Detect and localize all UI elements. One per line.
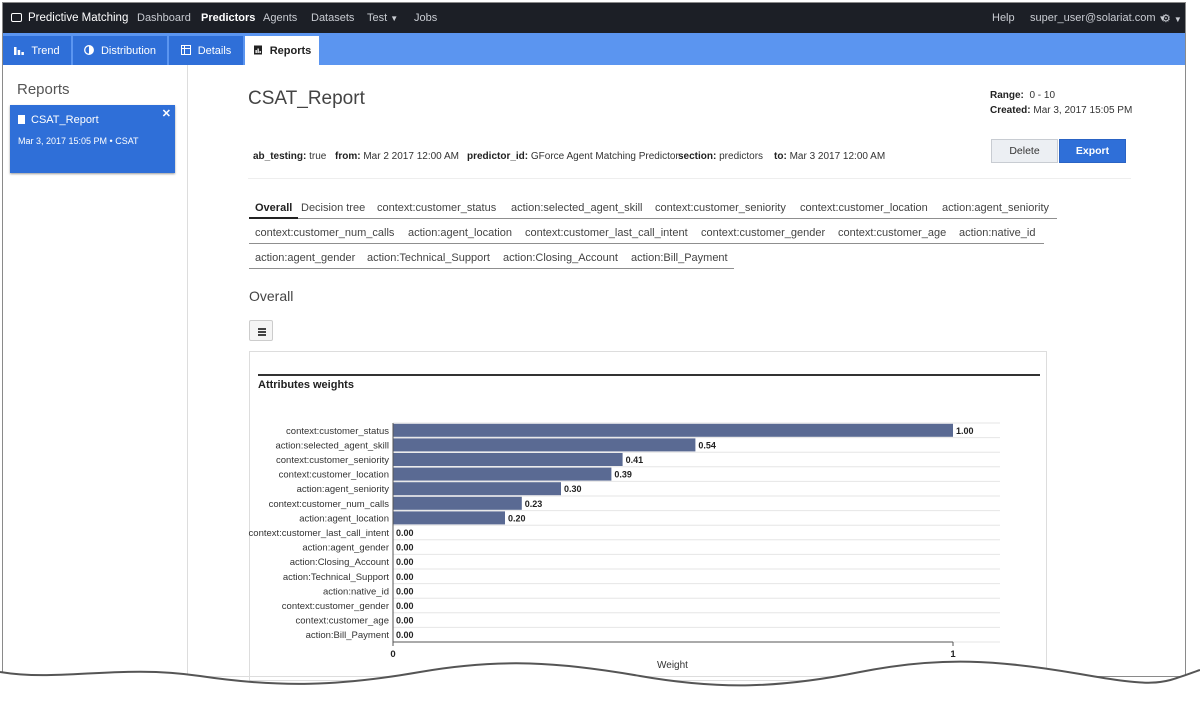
category-label: context:customer_location [279,470,389,481]
data-label: 0.00 [396,630,414,640]
data-label: 0.39 [614,470,632,480]
data-label: 0.00 [396,601,414,611]
category-label: action:Closing_Account [290,557,390,568]
torn-edge-decoration [0,660,1200,704]
data-label: 0.30 [564,484,582,494]
category-label: context:customer_gender [282,601,389,612]
data-label: 1.00 [956,426,974,436]
category-label: action:Technical_Support [283,572,390,583]
bar [393,467,612,481]
category-label: action:agent_seniority [297,484,390,495]
category-label: action:Bill_Payment [306,630,390,641]
data-label: 0.00 [396,543,414,553]
bar [393,511,505,525]
bar [393,496,522,510]
category-label: action:agent_gender [302,543,389,554]
data-label: 0.00 [396,572,414,582]
category-label: action:native_id [323,586,389,597]
data-label: 0.00 [396,616,414,626]
category-label: context:customer_seniority [276,455,389,466]
data-label: 0.00 [396,528,414,538]
x-tick-label: 0 [390,649,395,660]
bar [393,453,623,466]
category-label: context:customer_num_calls [269,499,390,510]
data-label: 0.41 [626,455,644,465]
data-label: 0.00 [396,557,414,567]
category-label: context:customer_age [296,616,389,627]
attributes-weights-chart: context:customer_status 1.00 action:select… [249,422,1000,660]
bar [393,423,953,437]
bar [393,438,696,452]
data-label: 0.54 [698,440,716,450]
category-label: action:agent_location [299,513,389,524]
category-label: action:selected_agent_skill [275,440,389,451]
x-tick-label: 1 [950,649,956,660]
data-label: 0.23 [525,499,543,509]
category-label: context:customer_status [286,426,389,437]
bar [393,482,561,496]
data-label: 0.00 [396,586,414,596]
category-label: context:customer_last_call_intent [249,528,390,539]
data-label: 0.20 [508,513,526,523]
